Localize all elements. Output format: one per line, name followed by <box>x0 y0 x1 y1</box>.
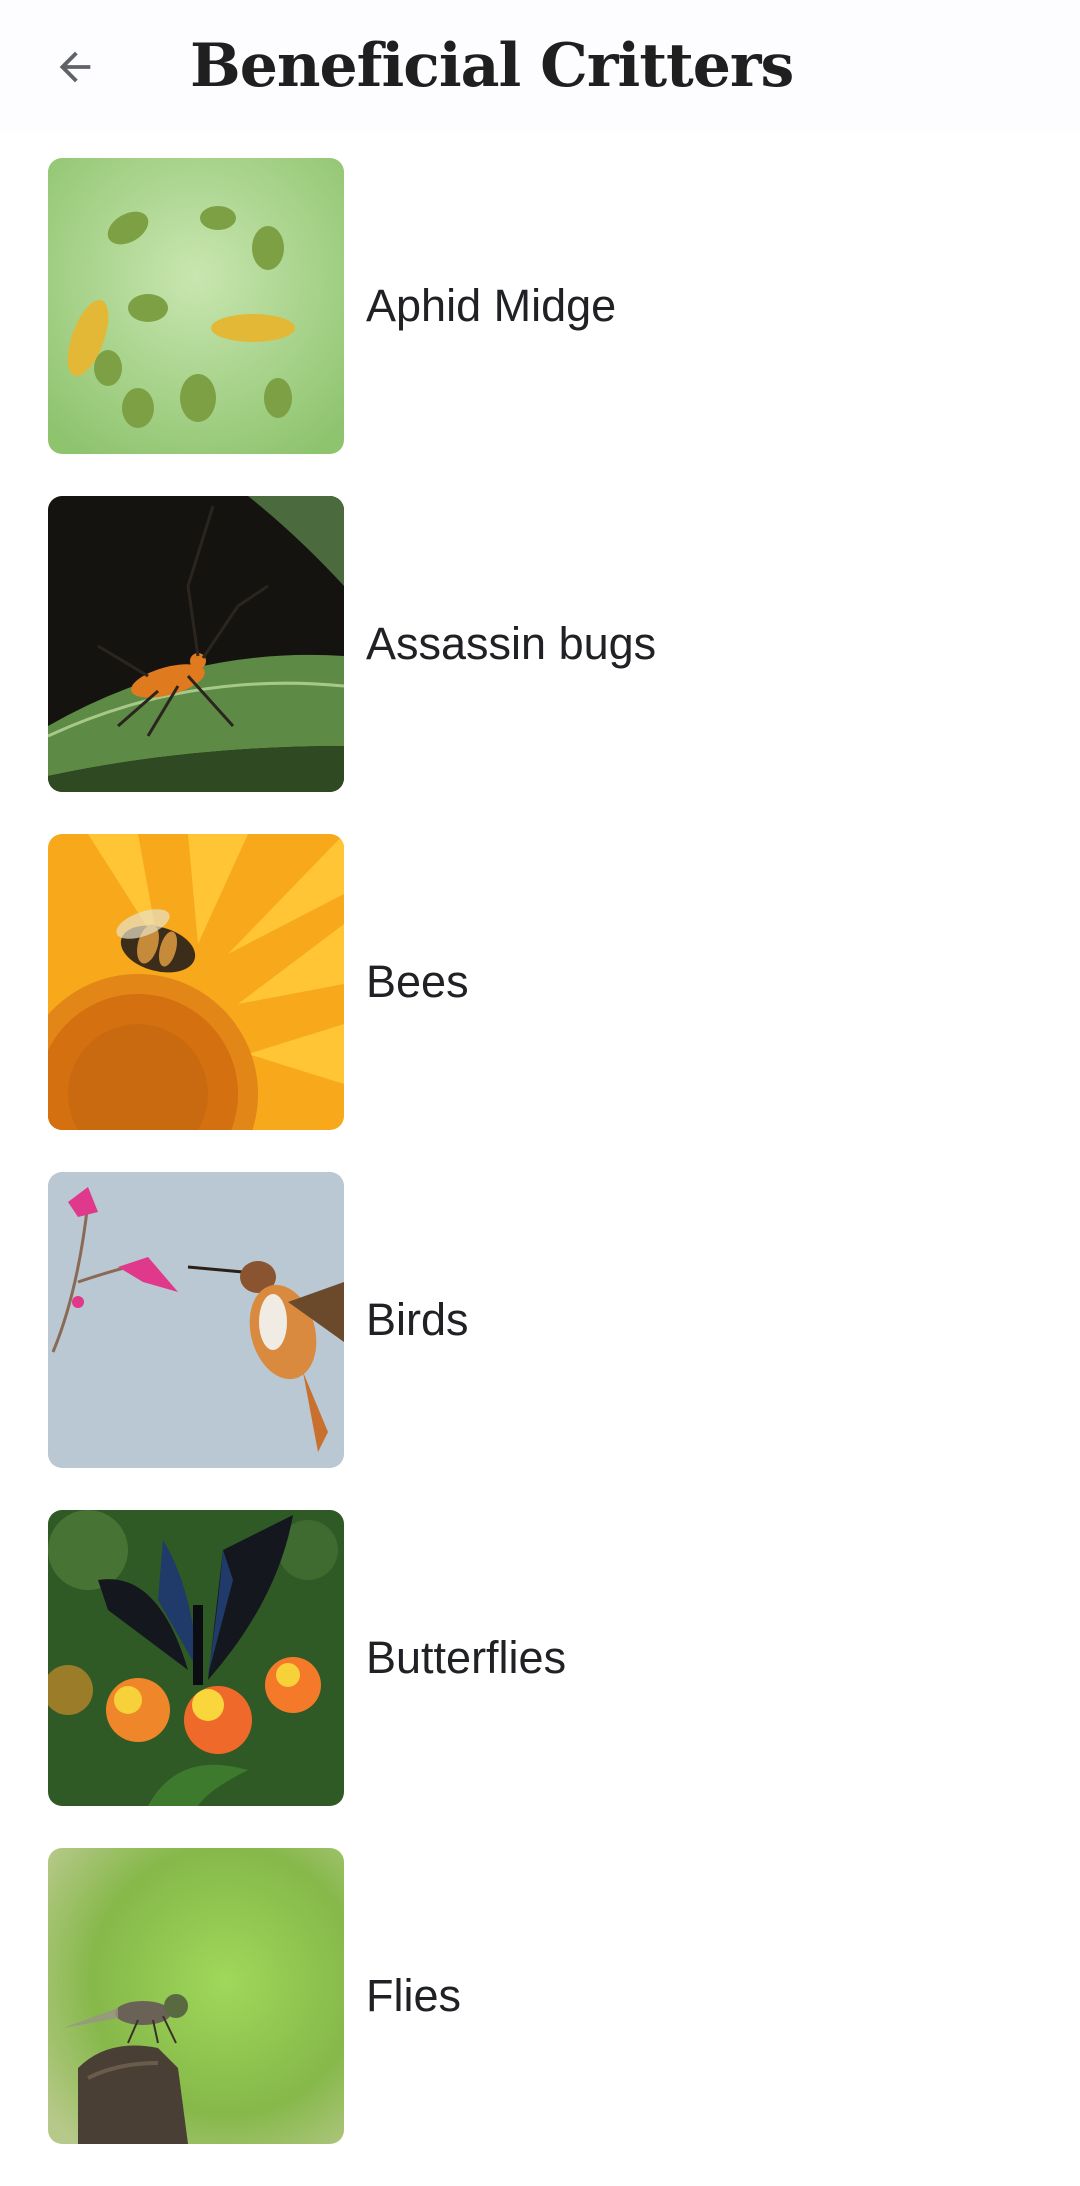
critter-name: Birds <box>366 1294 469 1345</box>
critter-name: Assassin bugs <box>366 618 657 669</box>
assassin-bug-photo <box>48 496 344 792</box>
critter-name: Butterflies <box>366 1632 567 1683</box>
critter-name: Flies <box>366 1970 462 2021</box>
list-item-birds[interactable]: Birds <box>0 1172 1080 1510</box>
list-item-flies[interactable]: Flies <box>0 1848 1080 2186</box>
critter-list: Aphid Midge Assassin bugs Bees Birds But… <box>0 158 1080 2186</box>
critter-name: Aphid Midge <box>366 280 617 331</box>
list-item-assassin-bugs[interactable]: Assassin bugs <box>0 496 1080 834</box>
bee-on-sunflower-photo <box>48 834 344 1130</box>
list-item-aphid-midge[interactable]: Aphid Midge <box>0 158 1080 496</box>
hummingbird-photo <box>48 1172 344 1468</box>
aphid-midge-photo <box>48 158 344 454</box>
app-bar: Beneficial Critters <box>0 0 1080 132</box>
arrow-back-icon <box>59 51 91 83</box>
critter-name: Bees <box>366 956 469 1007</box>
list-item-butterflies[interactable]: Butterflies <box>0 1510 1080 1848</box>
butterfly-on-lantana-photo <box>48 1510 344 1806</box>
list-item-bees[interactable]: Bees <box>0 834 1080 1172</box>
page-title: Beneficial Critters <box>190 31 794 101</box>
back-button[interactable] <box>38 30 112 104</box>
robber-fly-photo <box>48 1848 344 2144</box>
